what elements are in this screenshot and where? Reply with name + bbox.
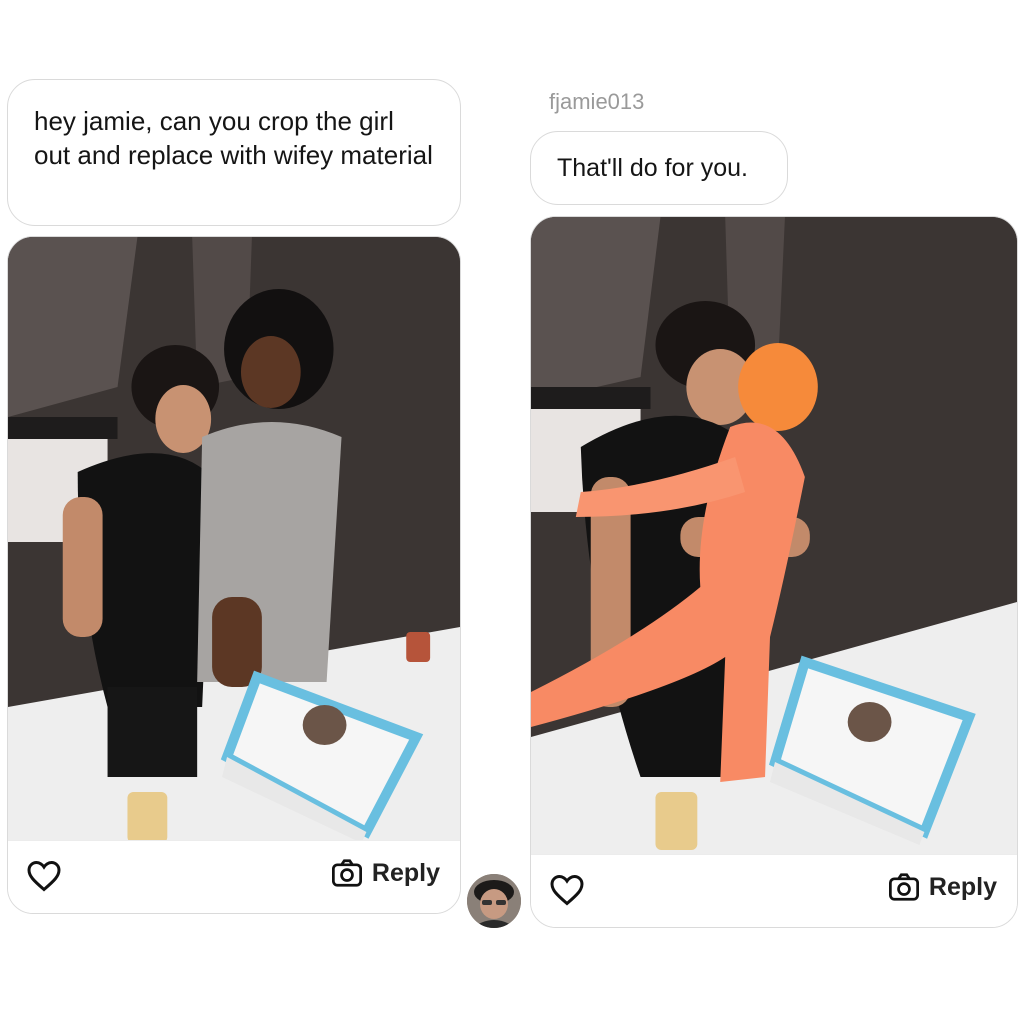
photo-card-right: Reply <box>530 216 1018 928</box>
reply-label-right: Reply <box>928 872 997 901</box>
card-footer-left: Reply <box>8 840 460 913</box>
camera-icon <box>331 859 362 887</box>
card-footer-right: Reply <box>531 854 1017 927</box>
camera-icon <box>888 873 919 901</box>
photo-left[interactable] <box>8 237 460 843</box>
heart-icon[interactable] <box>549 873 585 907</box>
reply-button-left[interactable]: Reply <box>330 858 440 888</box>
user-avatar[interactable] <box>467 874 521 928</box>
birthday-photo-illustration <box>8 237 460 843</box>
reply-label-left: Reply <box>371 858 440 887</box>
edited-photo-illustration <box>531 217 1017 857</box>
message-text-left: hey jamie, can you crop the girl out and… <box>34 106 433 170</box>
sender-username: fjamie013 <box>549 89 645 114</box>
avatar-illustration <box>467 874 521 928</box>
photo-card-left: Reply <box>7 236 461 914</box>
message-bubble-left: hey jamie, can you crop the girl out and… <box>7 79 461 226</box>
reply-button-right[interactable]: Reply <box>887 872 997 902</box>
photo-right[interactable] <box>531 217 1017 857</box>
message-text-right: That'll do for you. <box>557 154 748 182</box>
message-bubble-right: That'll do for you. <box>530 131 788 205</box>
heart-icon[interactable] <box>26 859 62 893</box>
